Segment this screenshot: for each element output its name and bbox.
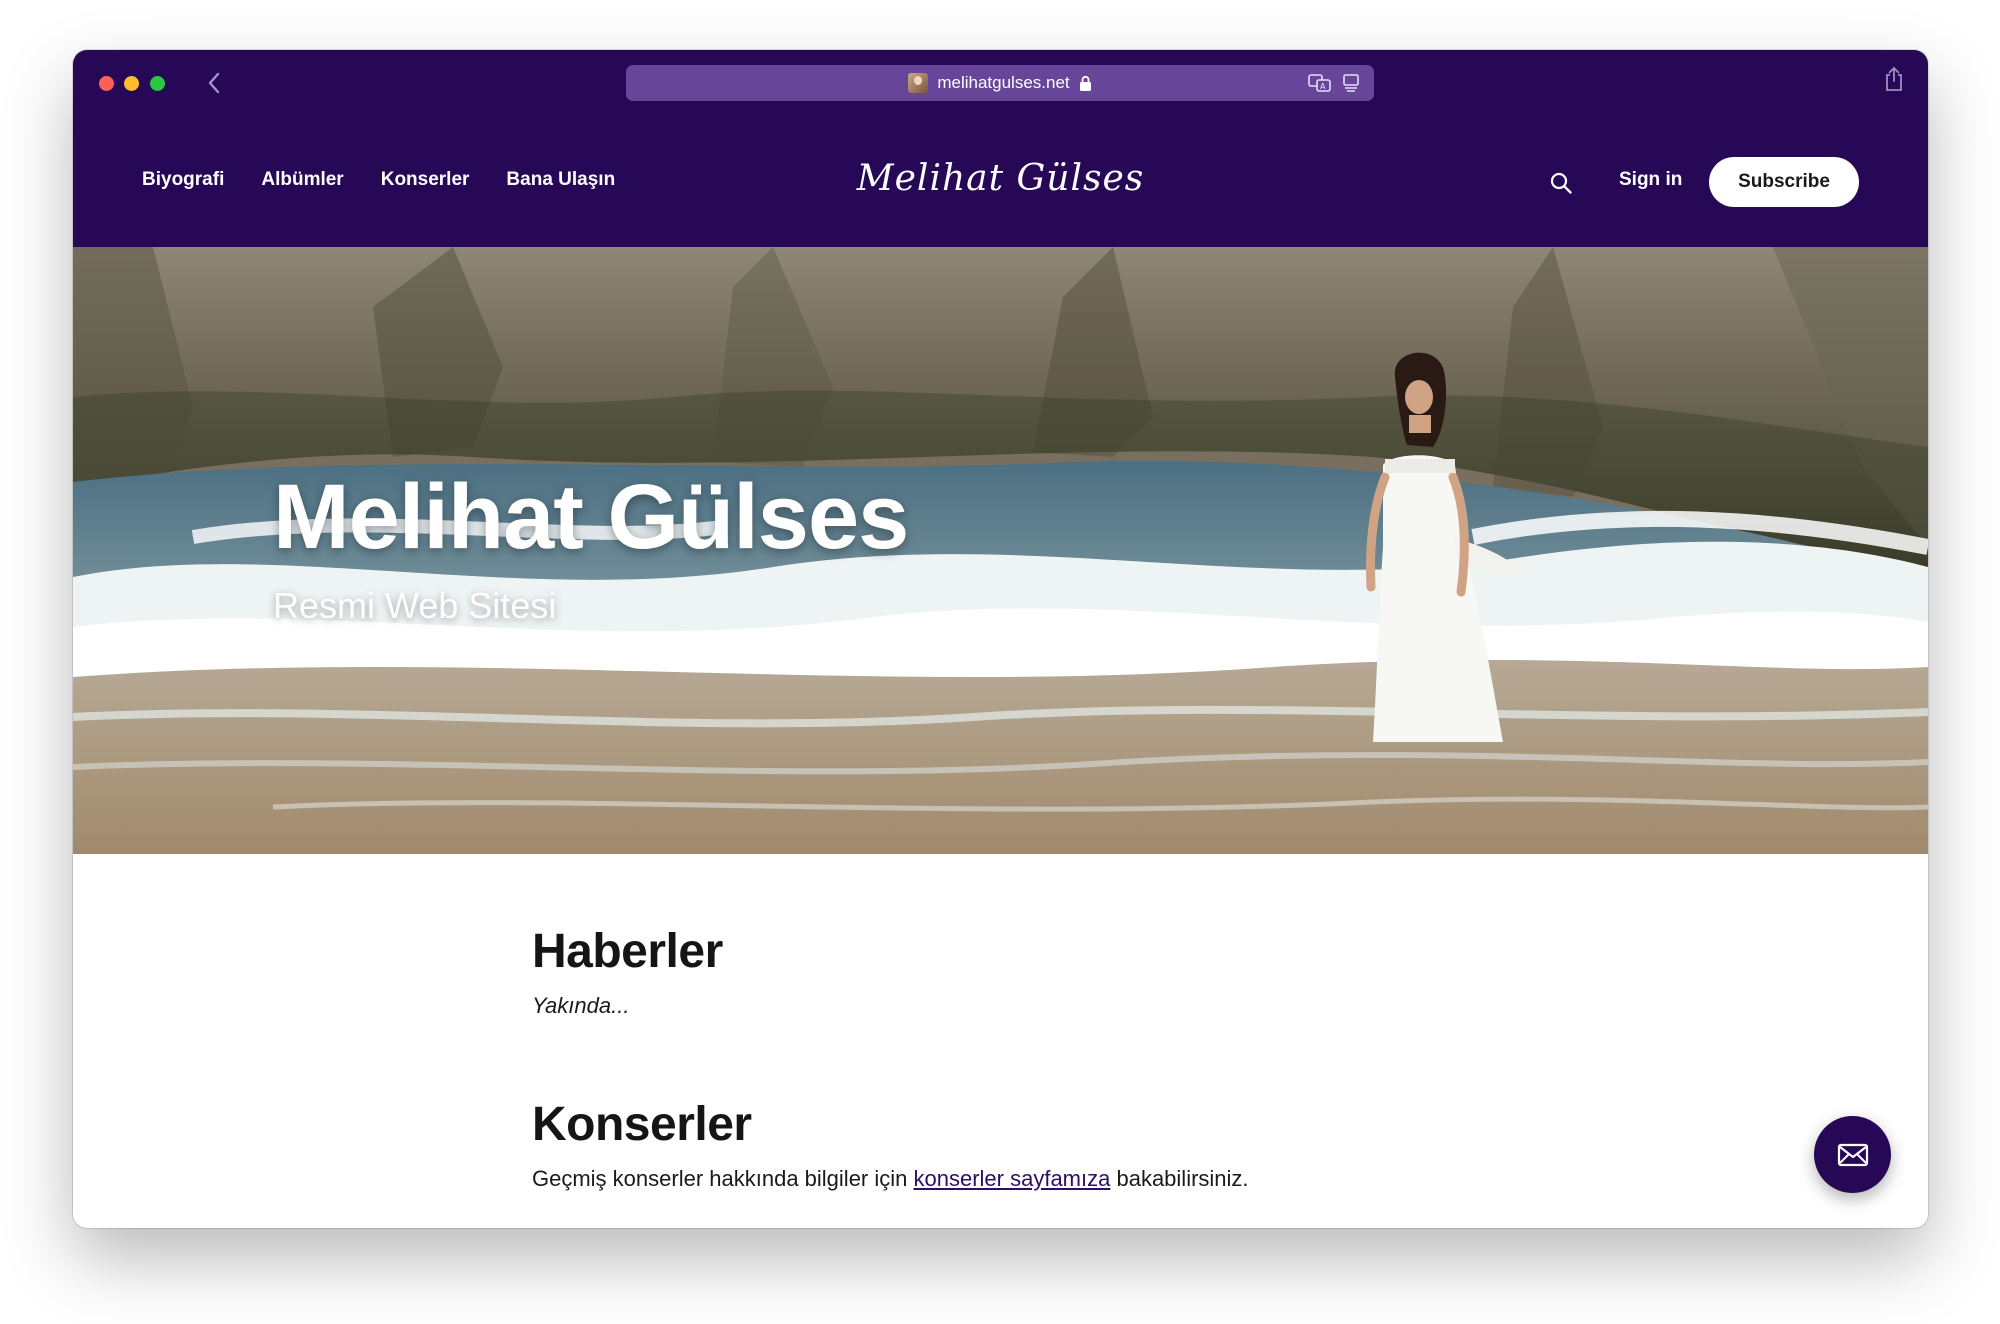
share-icon bbox=[1886, 67, 1902, 91]
minimize-window-button[interactable] bbox=[124, 76, 139, 91]
sign-in-link[interactable]: Sign in bbox=[1619, 169, 1682, 191]
back-button[interactable] bbox=[199, 68, 229, 98]
site-favicon bbox=[908, 73, 929, 93]
concerts-heading: Konserler bbox=[532, 1098, 752, 1151]
search-icon bbox=[1550, 172, 1572, 194]
concerts-text-before: Geçmiş konserler hakkında bilgiler için bbox=[532, 1166, 914, 1191]
news-text: Yakında... bbox=[532, 993, 630, 1018]
address-bar-content: melihatgulses.net bbox=[626, 65, 1374, 101]
top-bar: melihatgulses.net A Biyografi Albümler K… bbox=[73, 50, 1928, 247]
chevron-left-icon bbox=[208, 72, 220, 94]
news-section: Haberler Yakında... bbox=[532, 924, 1432, 1019]
browser-window: melihatgulses.net A Biyografi Albümler K… bbox=[73, 50, 1928, 1228]
concerts-page-link[interactable]: konserler sayfamıza bbox=[914, 1166, 1111, 1191]
subscribe-button[interactable]: Subscribe bbox=[1709, 157, 1859, 207]
url-text: melihatgulses.net bbox=[937, 73, 1070, 92]
hero-title: Melihat Gülses bbox=[273, 466, 909, 568]
concerts-section: Konserler Geçmiş konserler hakkında bilg… bbox=[532, 1097, 1432, 1192]
hero-subtitle: Resmi Web Sitesi bbox=[273, 585, 557, 626]
reader-icon[interactable] bbox=[1342, 73, 1360, 93]
close-window-button[interactable] bbox=[99, 76, 114, 91]
news-heading: Haberler bbox=[532, 925, 723, 978]
mail-icon bbox=[1837, 1143, 1868, 1166]
search-button[interactable] bbox=[1546, 168, 1576, 198]
share-button[interactable] bbox=[1884, 66, 1904, 97]
svg-text:A: A bbox=[1320, 82, 1326, 91]
address-bar-tools: A bbox=[1308, 73, 1360, 93]
translate-icon[interactable]: A bbox=[1308, 73, 1332, 93]
main-content: Haberler Yakında... Konserler Geçmiş kon… bbox=[532, 924, 1432, 1192]
hero-banner: Melihat Gülses Resmi Web Sitesi bbox=[73, 247, 1928, 854]
address-bar[interactable]: melihatgulses.net A bbox=[626, 65, 1374, 101]
contact-fab-button[interactable] bbox=[1814, 1116, 1891, 1193]
zoom-window-button[interactable] bbox=[150, 76, 165, 91]
concerts-text: Geçmiş konserler hakkında bilgiler için … bbox=[532, 1166, 1432, 1192]
concerts-text-after: bakabilirsiniz. bbox=[1110, 1166, 1249, 1191]
lock-icon bbox=[1079, 75, 1091, 91]
